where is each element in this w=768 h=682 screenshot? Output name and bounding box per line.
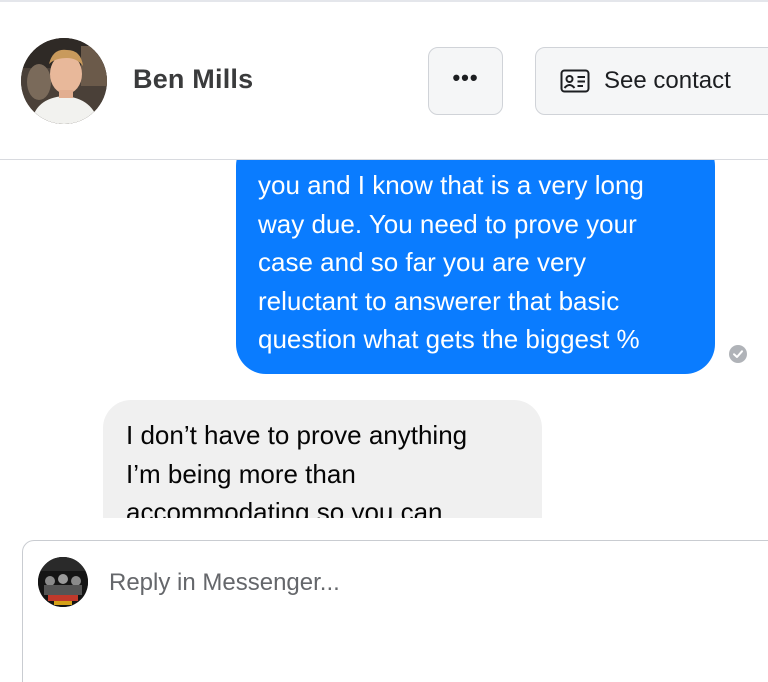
messenger-conversation: Ben Mills ••• See contact you and I know… — [0, 0, 768, 682]
message-line: accommodating so you can — [126, 497, 443, 518]
message-line: reluctant to answerer that basic — [258, 285, 620, 316]
message-line: I don’t have to prove anything — [126, 420, 468, 450]
message-line: way due. You need to prove your — [258, 208, 637, 239]
message-line: you and I know that is a very long — [258, 170, 644, 200]
message-thread[interactable]: you and I know that is a very long way d… — [0, 160, 768, 518]
incoming-message[interactable]: I don’t have to prove anything I’m being… — [103, 400, 542, 518]
see-contact-label: See contact — [604, 67, 731, 94]
contact-card-icon — [560, 69, 590, 93]
reply-input[interactable] — [109, 565, 709, 601]
outgoing-message[interactable]: you and I know that is a very long way d… — [236, 160, 715, 374]
user-photo — [38, 557, 88, 607]
message-line: I’m being more than — [126, 458, 356, 489]
message-line: case and so far you are very — [258, 247, 587, 277]
contact-photo — [21, 38, 107, 124]
message-line: question what gets the biggest % — [258, 324, 640, 354]
see-contact-button[interactable]: See contact — [535, 47, 768, 115]
user-avatar — [38, 557, 88, 607]
more-options-button[interactable]: ••• — [428, 47, 503, 115]
contact-avatar[interactable] — [21, 38, 107, 124]
seen-check-icon — [729, 345, 747, 363]
contact-name[interactable]: Ben Mills — [133, 64, 253, 95]
conversation-header: Ben Mills ••• See contact — [0, 2, 768, 160]
more-dots-icon: ••• — [452, 65, 479, 90]
reply-composer — [22, 540, 768, 682]
